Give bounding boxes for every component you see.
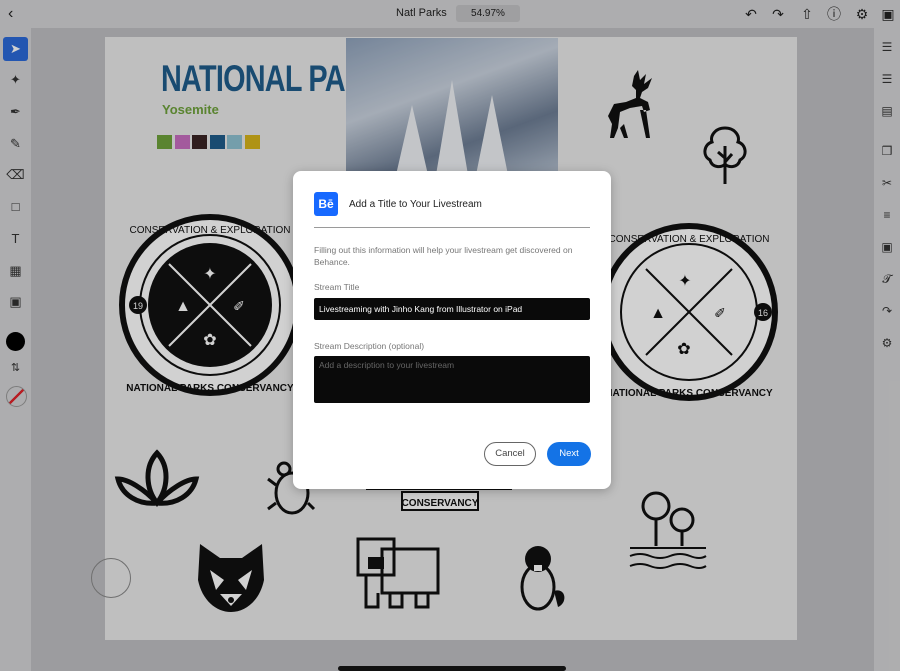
dialog-help-text: Filling out this information will help y… <box>314 245 573 267</box>
stream-title-label: Stream Title <box>314 282 360 292</box>
stream-title-input[interactable]: Livestreaming with Jinho Kang from Illus… <box>314 298 590 320</box>
next-button[interactable]: Next <box>547 442 591 466</box>
livestream-title-dialog: Bē Add a Title to Your Livestream Fillin… <box>293 171 611 489</box>
home-indicator[interactable] <box>338 666 566 671</box>
dialog-title: Add a Title to Your Livestream <box>349 199 482 210</box>
stream-description-textarea[interactable]: Add a description to your livestream <box>314 356 590 403</box>
stream-description-label: Stream Description (optional) <box>314 341 425 351</box>
cancel-button[interactable]: Cancel <box>484 442 536 466</box>
behance-logo-icon: Bē <box>314 192 338 216</box>
dialog-divider <box>314 227 590 228</box>
